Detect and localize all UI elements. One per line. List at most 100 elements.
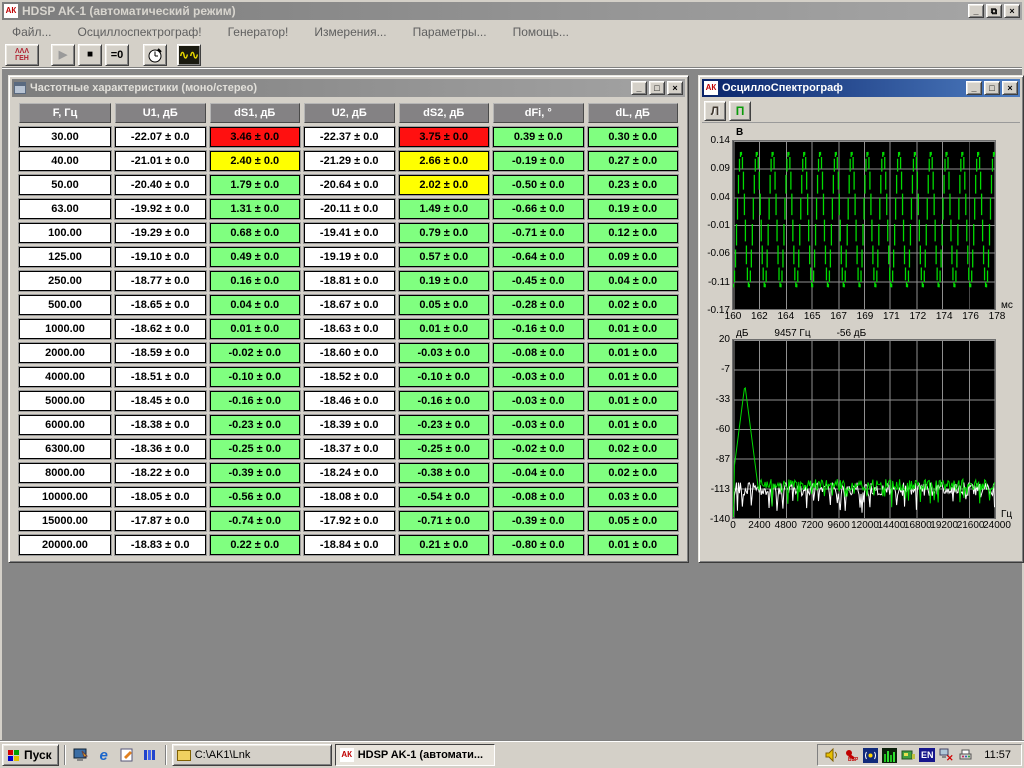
menu-item-1[interactable]: Осциллоспектрограф!	[74, 23, 214, 41]
oscillogram-x-axis: 160162164165167169171172174176178мс	[702, 310, 1020, 324]
table-cell: -18.38 ± 0.0	[115, 415, 206, 435]
minimize-button[interactable]: _	[968, 4, 984, 18]
table-cell: -0.80 ± 0.0	[493, 535, 584, 555]
menu-item-4[interactable]: Параметры...	[409, 23, 499, 41]
table-cell: -0.39 ± 0.0	[210, 463, 301, 483]
y-tick-label: 0.04	[711, 192, 730, 203]
table-cell: 8000.00	[19, 463, 111, 483]
start-button[interactable]: Пуск	[2, 744, 59, 766]
stopwatch-icon	[147, 47, 163, 63]
column-header: dS1, дБ	[210, 103, 301, 123]
table-cell: -0.50 ± 0.0	[493, 175, 584, 195]
media-icon[interactable]	[140, 745, 160, 765]
table-cell: 0.68 ± 0.0	[210, 223, 301, 243]
internet-explorer-icon[interactable]: e	[94, 745, 114, 765]
x-tick-label: 167	[830, 311, 847, 322]
bsp-device-icon[interactable]: BSP	[843, 747, 859, 763]
maximize-button[interactable]: □	[984, 81, 1000, 95]
soundcard-icon[interactable]	[900, 747, 916, 763]
table-cell: -21.29 ± 0.0	[304, 151, 395, 171]
table-cell: 0.01 ± 0.0	[588, 319, 679, 339]
app-titlebar: АК HDSP AK-1 (автоматический режим) _ ⧉ …	[2, 2, 1022, 20]
table-cell: 0.27 ± 0.0	[588, 151, 679, 171]
x-axis-unit: мс	[1001, 300, 1013, 311]
table-cell: -19.41 ± 0.0	[304, 223, 395, 243]
table-cell: 0.12 ± 0.0	[588, 223, 679, 243]
x-tick-label: 21600	[957, 520, 985, 531]
table-cell: -19.29 ± 0.0	[115, 223, 206, 243]
close-button[interactable]: ×	[667, 81, 683, 95]
taskbar: Пуск e C:\AK1\Lnk АК HDSP AK-1 (автомати…	[0, 741, 1024, 768]
table-cell: -0.23 ± 0.0	[399, 415, 490, 435]
table-cell: -0.04 ± 0.0	[493, 463, 584, 483]
mdi-area: Частотные характеристики (моно/стерео) _…	[2, 69, 1022, 741]
table-cell: 1.79 ± 0.0	[210, 175, 301, 195]
table-cell: -0.38 ± 0.0	[399, 463, 490, 483]
network-error-icon[interactable]: ✕	[938, 747, 954, 763]
cursor-level: -56 дБ	[837, 328, 867, 339]
scope-window: АК ОсциллоСпектрограф _ □ × Л П В 0.140.…	[698, 75, 1024, 563]
table-cell: -0.16 ± 0.0	[493, 319, 584, 339]
task-button-folder[interactable]: C:\AK1\Lnk	[172, 744, 332, 766]
menu-item-0[interactable]: Файл...	[8, 23, 64, 41]
play-button[interactable]: ▶	[51, 44, 75, 66]
show-desktop-icon[interactable]	[71, 745, 91, 765]
spectrum-plot[interactable]	[732, 339, 996, 519]
windows-flag-icon	[6, 749, 21, 762]
restore-button[interactable]: ⧉	[986, 4, 1002, 18]
generator-button[interactable]: ΛΛΛ ГЕН	[5, 44, 39, 66]
table-cell: -17.87 ± 0.0	[115, 511, 206, 531]
table-cell: 0.05 ± 0.0	[588, 511, 679, 531]
table-cell: 1000.00	[19, 319, 111, 339]
menu-item-3[interactable]: Измерения...	[310, 23, 398, 41]
stop-button[interactable]: ■	[78, 44, 102, 66]
table-cell: -0.02 ± 0.0	[493, 439, 584, 459]
close-button[interactable]: ×	[1004, 4, 1020, 18]
volume-icon[interactable]	[824, 747, 840, 763]
freq-table-titlebar[interactable]: Частотные характеристики (моно/стерео) _…	[12, 79, 685, 97]
table-cell: -0.56 ± 0.0	[210, 487, 301, 507]
y-tick-label: -60	[716, 424, 730, 435]
radio-icon[interactable]	[862, 747, 878, 763]
timer-button[interactable]	[143, 44, 167, 66]
task-button-hdsp[interactable]: АК HDSP AK-1 (автомати...	[335, 744, 495, 766]
zero-button[interactable]: =0	[105, 44, 129, 66]
equalizer-icon[interactable]	[881, 747, 897, 763]
x-tick-label: 178	[989, 311, 1006, 322]
language-indicator[interactable]: EN	[919, 748, 935, 762]
minimize-button[interactable]: _	[631, 81, 647, 95]
table-cell: -0.39 ± 0.0	[493, 511, 584, 531]
menu-item-2[interactable]: Генератор!	[224, 23, 301, 41]
freq-table-title: Частотные характеристики (моно/стерео)	[30, 82, 257, 94]
table-cell: -0.08 ± 0.0	[493, 343, 584, 363]
ak-logo-icon: АК	[340, 748, 354, 762]
printer-icon[interactable]	[957, 747, 973, 763]
scope-titlebar[interactable]: АК ОсциллоСпектрограф _ □ ×	[702, 79, 1020, 97]
maximize-button[interactable]: □	[649, 81, 665, 95]
editor-icon[interactable]	[117, 745, 137, 765]
table-cell: 0.02 ± 0.0	[588, 463, 679, 483]
table-cell: 1.49 ± 0.0	[399, 199, 490, 219]
table-cell: 0.30 ± 0.0	[588, 127, 679, 147]
table-cell: 0.21 ± 0.0	[399, 535, 490, 555]
left-channel-button[interactable]: Л	[704, 101, 726, 121]
table-cell: 0.01 ± 0.0	[588, 391, 679, 411]
x-tick-label: 4800	[775, 520, 797, 531]
table-cell: -18.05 ± 0.0	[115, 487, 206, 507]
minimize-button[interactable]: _	[966, 81, 982, 95]
menu-item-5[interactable]: Помощь...	[509, 23, 581, 41]
app-icon[interactable]: АК	[4, 4, 18, 18]
table-cell: -0.66 ± 0.0	[493, 199, 584, 219]
table-cell: 0.01 ± 0.0	[588, 415, 679, 435]
table-cell: -0.19 ± 0.0	[493, 151, 584, 171]
close-button[interactable]: ×	[1002, 81, 1018, 95]
oscillogram-plot[interactable]	[732, 140, 996, 310]
y-tick-label: -113	[711, 484, 730, 495]
table-cell: 40.00	[19, 151, 111, 171]
table-cell: -18.67 ± 0.0	[304, 295, 395, 315]
x-tick-label: 176	[962, 311, 979, 322]
table-cell: 63.00	[19, 199, 111, 219]
right-channel-button[interactable]: П	[729, 101, 751, 121]
spectrograph-button[interactable]: ∿∿	[177, 44, 201, 66]
table-cell: 2.02 ± 0.0	[399, 175, 490, 195]
